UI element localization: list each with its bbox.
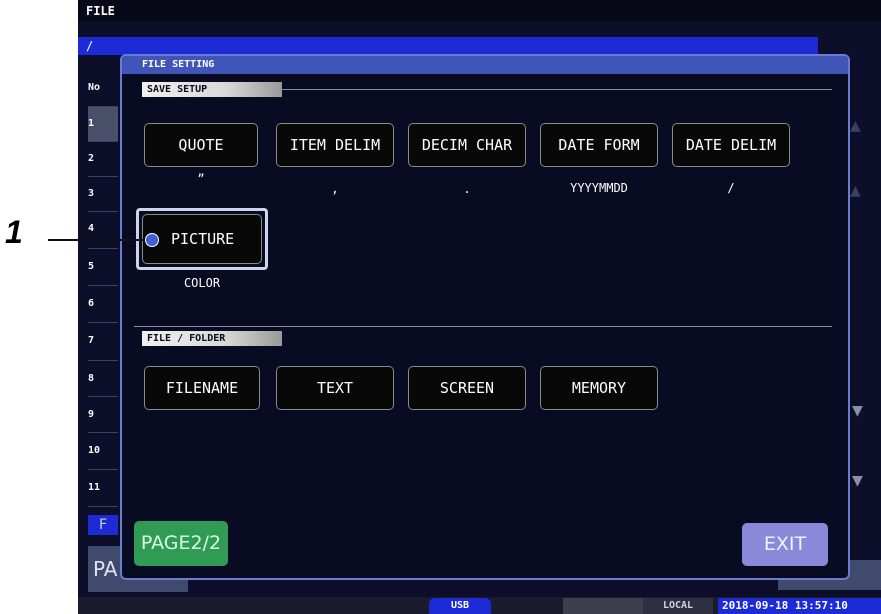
date-delim-button[interactable]: DATE DELIM	[672, 123, 790, 167]
row-divider	[88, 211, 118, 212]
row-number[interactable]: 1	[88, 107, 112, 141]
screen-button[interactable]: SCREEN	[408, 366, 526, 410]
row-header: No	[88, 82, 101, 93]
scroll-down-icon[interactable]: ▼	[852, 470, 863, 491]
local-indicator: LOCAL	[643, 598, 713, 614]
text-button[interactable]: TEXT	[276, 366, 394, 410]
filename-button[interactable]: FILENAME	[144, 366, 260, 410]
page-button[interactable]: PAGE2/2	[134, 521, 228, 566]
memory-button[interactable]: MEMORY	[540, 366, 658, 410]
section-divider	[282, 89, 832, 90]
callout-dot-icon	[145, 233, 159, 247]
decim-char-value: .	[463, 182, 471, 196]
row-divider	[88, 141, 118, 142]
row-divider	[88, 396, 118, 397]
quote-value: ”	[197, 172, 205, 186]
row-divider	[88, 285, 118, 286]
status-indicator	[563, 598, 643, 614]
path-bar: /	[78, 37, 818, 55]
save-setup-header: SAVE SETUP	[142, 82, 282, 97]
date-delim-value: /	[727, 181, 735, 195]
row-divider	[88, 176, 118, 177]
page-down-icon[interactable]: ▼	[852, 400, 863, 421]
row-divider	[88, 506, 118, 507]
row-number[interactable]: 11	[88, 471, 112, 505]
row-number[interactable]: 6	[88, 287, 112, 321]
usb-indicator: USB	[429, 598, 491, 614]
row-number[interactable]: 5	[88, 250, 112, 284]
screen-title: FILE	[78, 0, 881, 22]
dialog-title: FILE SETTING	[122, 56, 848, 74]
row-number[interactable]: 8	[88, 362, 112, 396]
file-folder-header: FILE / FOLDER	[142, 331, 282, 346]
row-number[interactable]: 9	[88, 398, 112, 432]
row-divider	[88, 106, 118, 107]
decim-char-button[interactable]: DECIM CHAR	[408, 123, 526, 167]
row-number[interactable]: 7	[88, 324, 112, 358]
scroll-up-icon[interactable]: ▲	[850, 115, 861, 136]
background-tab[interactable]: F	[88, 515, 118, 535]
row-divider	[88, 322, 118, 323]
row-divider	[88, 248, 118, 249]
row-number[interactable]: 10	[88, 434, 112, 468]
callout-number: 1	[5, 214, 23, 250]
row-divider	[88, 469, 118, 470]
datetime-display: 2018-09-18 13:57:10	[718, 598, 881, 614]
row-divider	[88, 432, 118, 433]
quote-button[interactable]: QUOTE	[144, 123, 258, 167]
page-up-icon[interactable]: ▲	[850, 180, 861, 201]
date-form-button[interactable]: DATE FORM	[540, 123, 658, 167]
item-delim-value: ,	[331, 182, 339, 196]
callout-leader-line	[48, 239, 148, 241]
picture-button[interactable]: PICTURE	[142, 214, 262, 264]
date-form-value: YYYYMMDD	[570, 181, 628, 195]
exit-button[interactable]: EXIT	[742, 523, 828, 566]
section-divider	[134, 326, 832, 327]
file-setting-dialog: FILE SETTING SAVE SETUP QUOTE ITEM DELIM…	[120, 54, 850, 580]
picture-value: COLOR	[183, 276, 221, 290]
row-divider	[88, 360, 118, 361]
row-number[interactable]: 2	[88, 142, 112, 176]
item-delim-button[interactable]: ITEM DELIM	[276, 123, 394, 167]
row-number[interactable]: 3	[88, 177, 112, 211]
